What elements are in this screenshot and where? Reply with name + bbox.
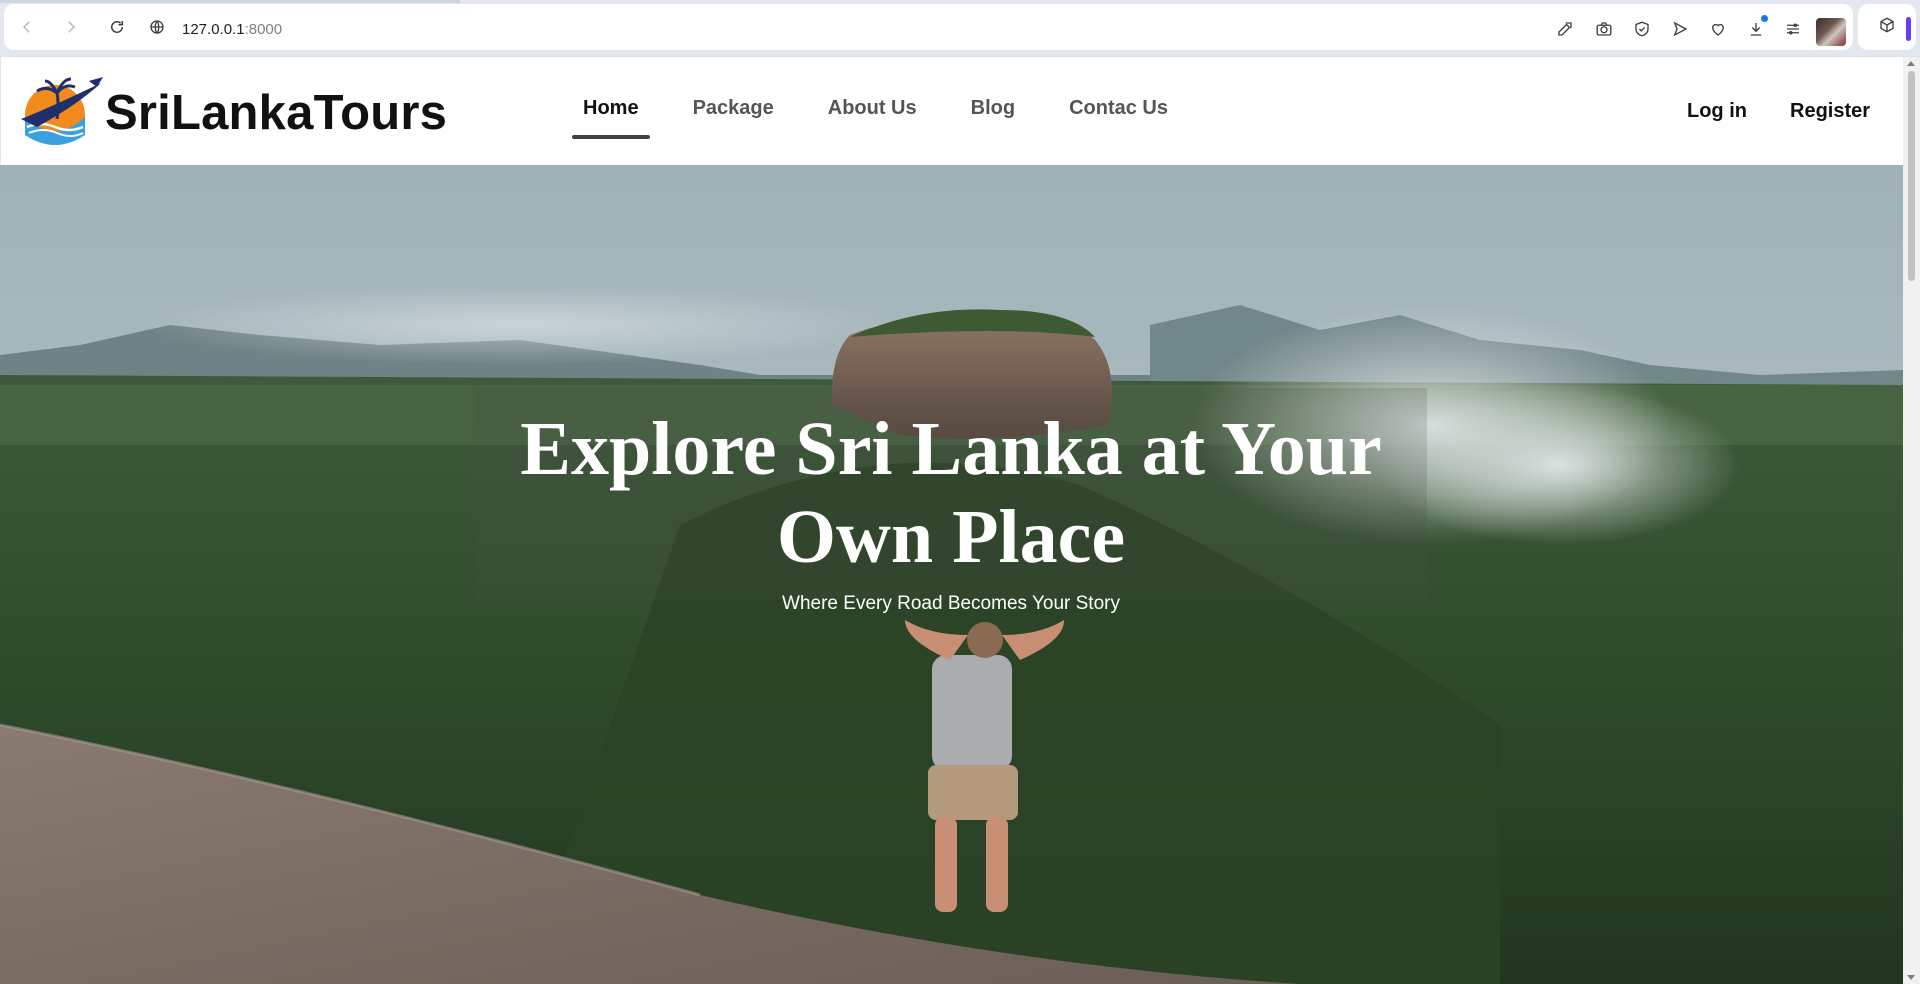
scroll-thumb[interactable] <box>1908 71 1915 281</box>
hero-title-line-1: Explore Sri Lanka at Your <box>520 407 1382 491</box>
hero-subtitle: Where Every Road Becomes Your Story <box>782 593 1120 614</box>
scroll-up-arrow-icon[interactable] <box>1907 61 1915 66</box>
page-scrollbar[interactable] <box>1903 57 1920 984</box>
logo-icon[interactable] <box>17 75 107 147</box>
nav-item-home[interactable]: Home <box>571 97 651 145</box>
nav-item-blog[interactable]: Blog <box>959 97 1027 145</box>
address-bar[interactable]: 127.0.0.1:8000 <box>4 4 1853 50</box>
site-header: SriLankaTours Home Package About Us Blog… <box>0 57 1903 165</box>
extensions-icon[interactable] <box>1877 15 1897 35</box>
login-link[interactable]: Log in <box>1687 100 1747 123</box>
nav-item-package[interactable]: Package <box>681 97 786 145</box>
scroll-down-arrow-icon[interactable] <box>1907 975 1915 980</box>
site-info-icon[interactable] <box>146 16 168 38</box>
main-nav: Home Package About Us Blog Contac Us <box>571 97 1210 145</box>
nav-item-about-us[interactable]: About Us <box>816 97 929 145</box>
hero-title: Explore Sri Lanka at Your Own Place <box>475 405 1427 581</box>
register-link[interactable]: Register <box>1790 100 1870 123</box>
back-icon[interactable] <box>16 16 38 38</box>
menu-icon[interactable] <box>1783 19 1803 39</box>
hero-title-line-2: Own Place <box>776 495 1126 579</box>
tab-strip <box>0 0 460 3</box>
page-viewport: SriLankaTours Home Package About Us Blog… <box>0 57 1920 984</box>
download-badge <box>1761 15 1768 22</box>
download-icon[interactable] <box>1746 15 1768 39</box>
camera-icon[interactable] <box>1594 19 1614 39</box>
side-panel-indicator[interactable] <box>1906 17 1911 41</box>
forward-icon[interactable] <box>60 16 82 38</box>
url-host: 127.0.0.1 <box>182 21 245 38</box>
reload-icon[interactable] <box>106 16 128 38</box>
heart-icon[interactable] <box>1708 19 1728 39</box>
url-port: :8000 <box>244 21 283 38</box>
hero-section: Explore Sri Lanka at Your Own Place Wher… <box>0 165 1903 984</box>
brand-title[interactable]: SriLankaTours <box>105 85 447 141</box>
edit-icon[interactable] <box>1555 19 1575 39</box>
profile-avatar[interactable] <box>1816 18 1846 46</box>
browser-chrome: 127.0.0.1:8000 <box>0 0 1920 56</box>
send-icon[interactable] <box>1670 19 1690 39</box>
nav-item-contact-us[interactable]: Contac Us <box>1057 97 1180 145</box>
shield-icon[interactable] <box>1632 19 1652 39</box>
url-text[interactable]: 127.0.0.1:8000 <box>182 21 282 38</box>
